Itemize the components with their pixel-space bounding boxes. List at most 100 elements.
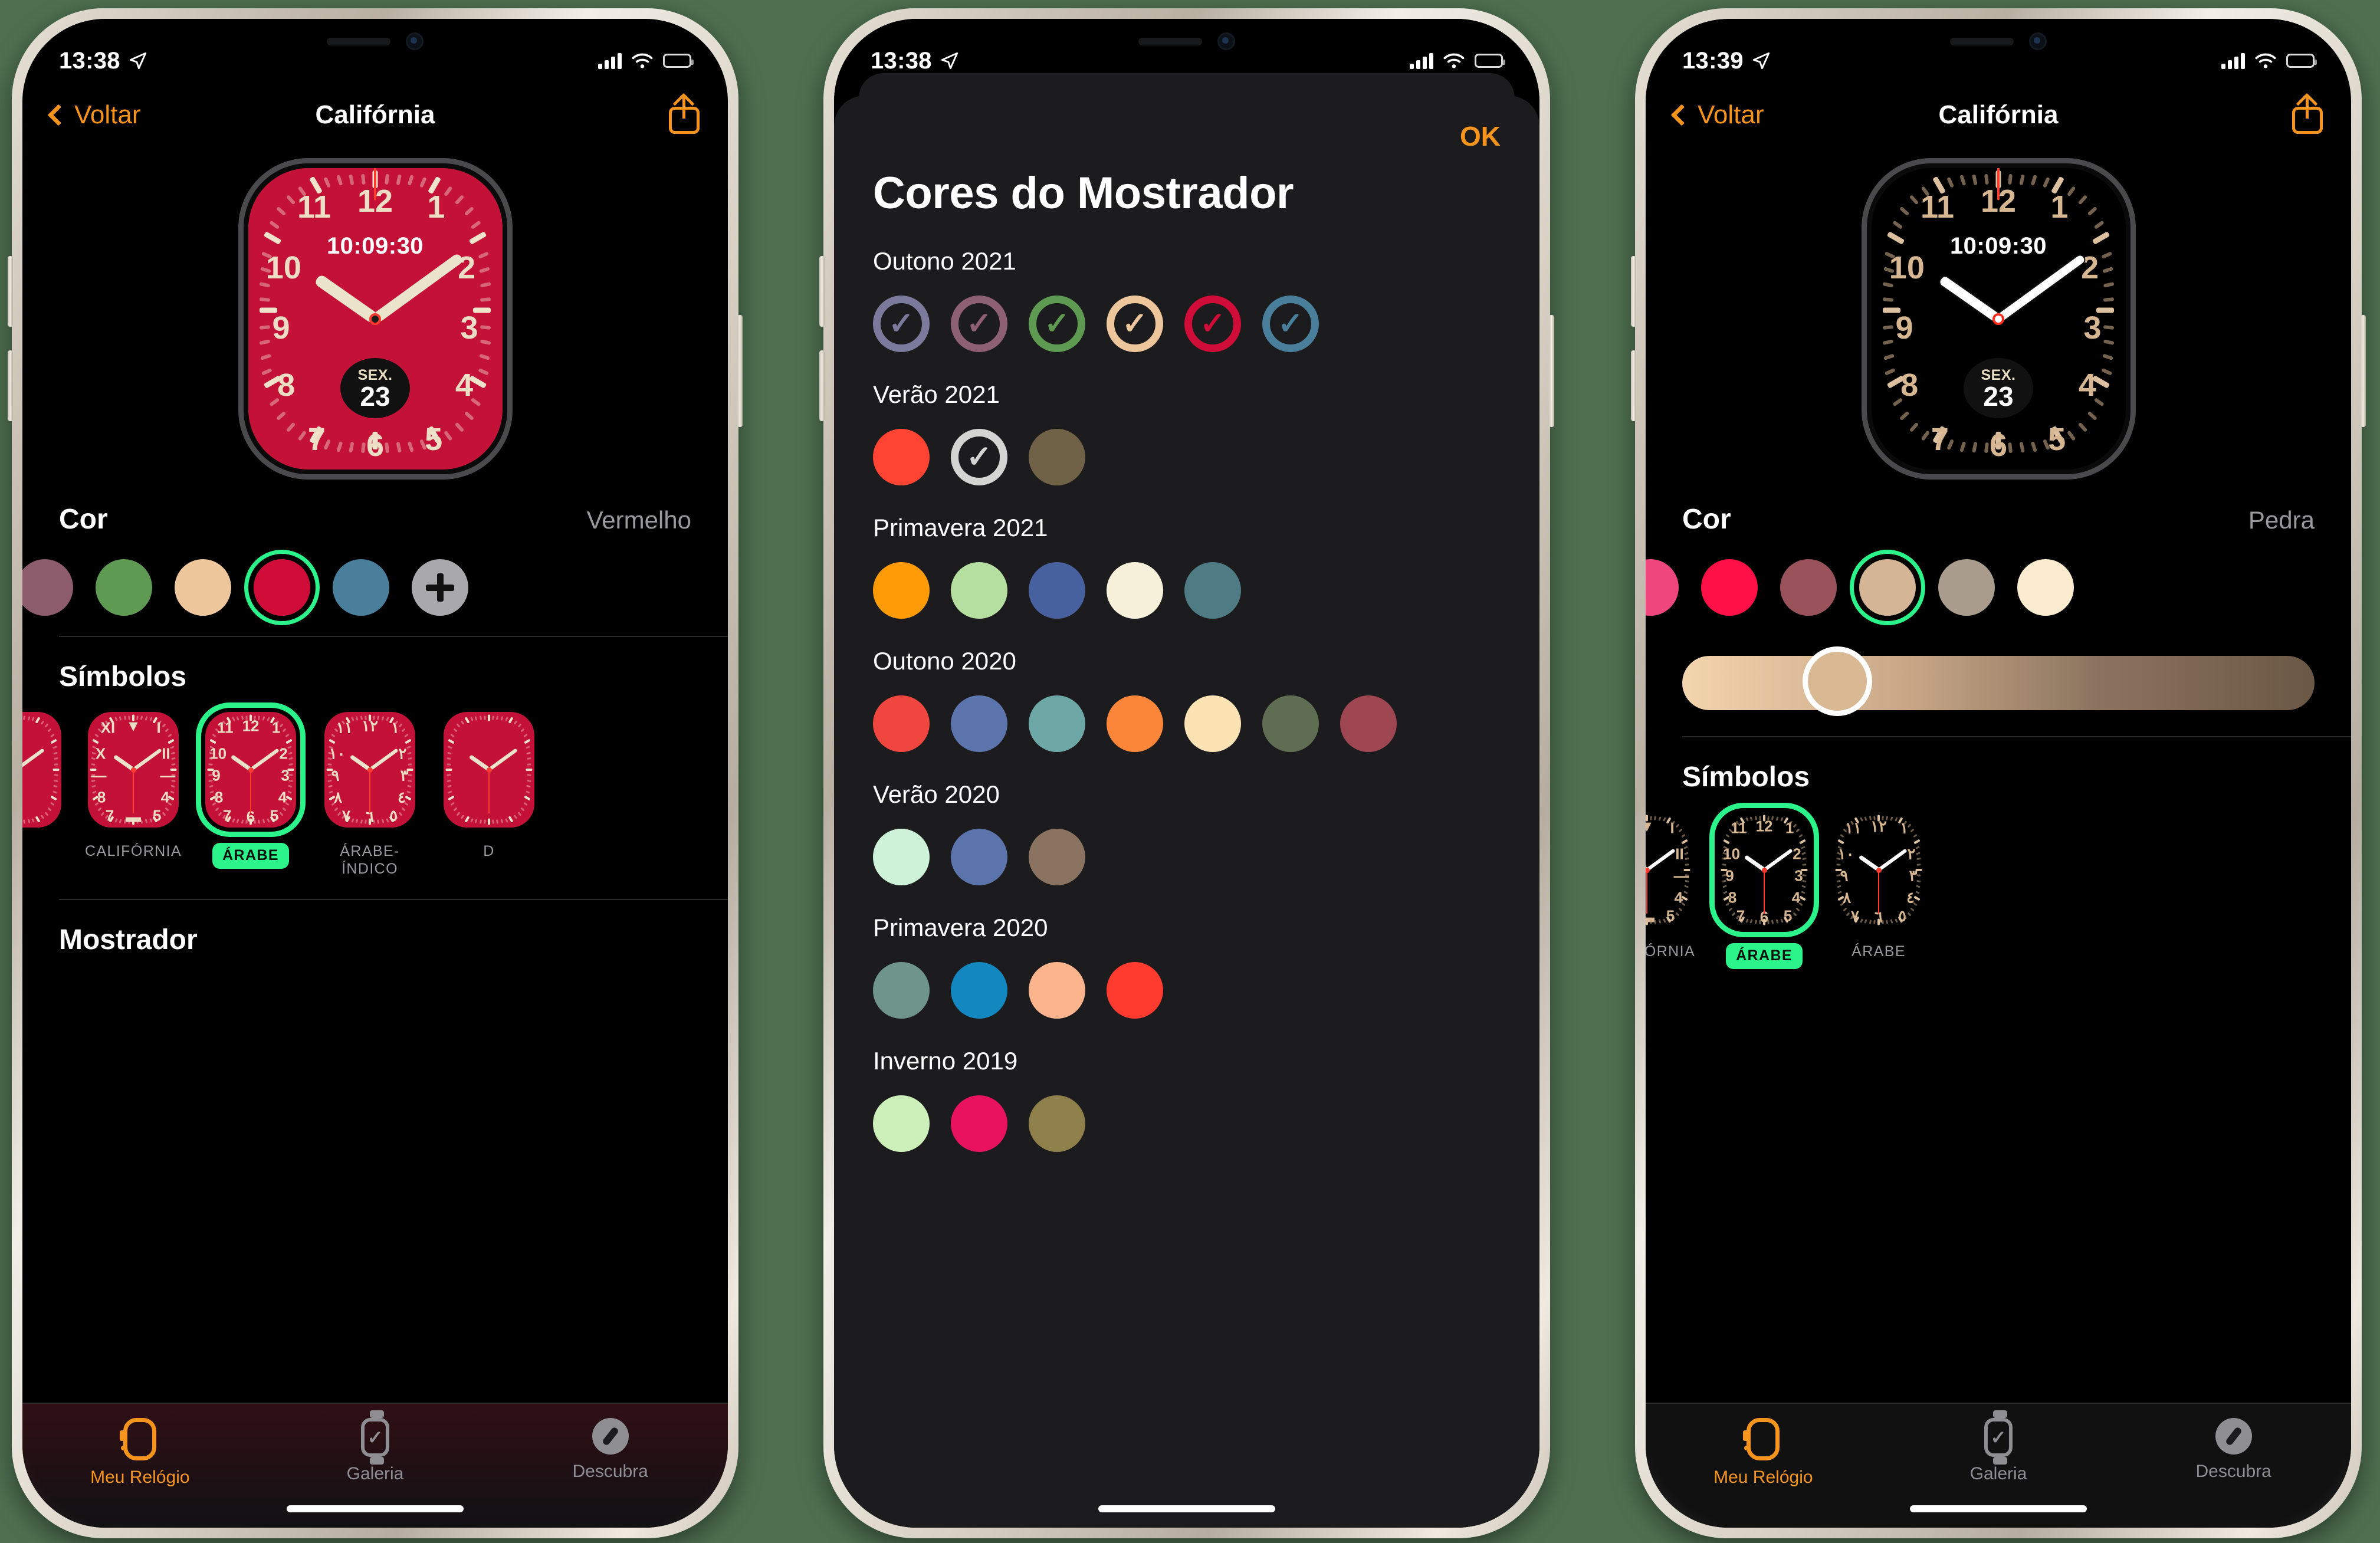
palette-swatch[interactable]	[1029, 429, 1085, 485]
symbol-row[interactable]: XI▼IXII——847▬5CALIFÓRNIA 111211029384765Á…	[1646, 793, 2351, 969]
symbol-row[interactable]: XI▼IXII——847▬5CALIFÓRNIA111211029384765Á…	[22, 693, 728, 878]
palette-list[interactable]: Outono 2021 ✓ ✓ ✓ ✓ ✓ ✓ Verão 2021 ✓ Primavera 20…	[834, 219, 1539, 1152]
palette-swatch[interactable]	[1029, 1095, 1085, 1152]
tab-galeria[interactable]: ✓ Galeria	[258, 1410, 493, 1484]
palette-swatch[interactable]	[873, 429, 930, 485]
phone3-power[interactable]	[2361, 315, 2366, 427]
color-swatch-green[interactable]	[96, 559, 152, 616]
phone2-power[interactable]	[1549, 315, 1554, 427]
shade-slider[interactable]	[1646, 636, 2351, 722]
palette-swatch[interactable]	[1107, 962, 1163, 1019]
palette-swatch[interactable]	[873, 962, 930, 1019]
palette-swatch[interactable]	[1029, 562, 1085, 619]
color-swatch-hot-pink[interactable]	[1701, 559, 1758, 616]
color-swatch-rosewood[interactable]	[1780, 559, 1837, 616]
thumb-tick	[407, 757, 412, 760]
minute-tick	[2030, 175, 2038, 186]
color-swatch-stone[interactable]	[1850, 550, 1925, 625]
symbol-item-indic[interactable]: ١١ ١٢ ١ ١٠ ٢ ٩ ٣ ٨ ٤ ٧ ٦ ٥ ÁRABE	[1833, 812, 1925, 961]
home-indicator[interactable]	[1098, 1505, 1275, 1512]
palette-row[interactable]: ✓	[873, 429, 1539, 485]
ok-button[interactable]: OK	[1460, 120, 1501, 152]
palette-swatch[interactable]: ✓	[1184, 296, 1241, 352]
palette-swatch[interactable]: ✓	[951, 296, 1007, 352]
palette-swatch[interactable]: ✓	[873, 296, 930, 352]
phone1-volume-down[interactable]	[8, 350, 13, 421]
color-swatch-blue[interactable]	[333, 559, 389, 616]
palette-swatch[interactable]: ✓	[1262, 296, 1319, 352]
palette-swatch[interactable]	[951, 695, 1007, 752]
tab-descubra[interactable]: Descubra	[2116, 1418, 2351, 1482]
palette-swatch[interactable]	[1340, 695, 1397, 752]
color-swatch-taupe[interactable]	[1938, 559, 1995, 616]
color-swatch-row[interactable]	[1646, 536, 2351, 636]
slider-track[interactable]	[1682, 656, 2315, 710]
slider-knob[interactable]	[1803, 646, 1873, 716]
tab-descubra[interactable]: Descubra	[493, 1418, 728, 1482]
palette-swatch[interactable]	[1029, 695, 1085, 752]
palette-swatch[interactable]	[1029, 962, 1085, 1019]
palette-swatch[interactable]	[951, 829, 1007, 885]
minute-tick	[1899, 411, 1910, 421]
palette-row[interactable]: ✓ ✓ ✓ ✓ ✓ ✓	[873, 296, 1539, 352]
color-swatch-cream[interactable]	[2017, 559, 2074, 616]
phone1-volume-up[interactable]	[8, 256, 13, 327]
tab-meu-relógio[interactable]: Meu Relógio	[22, 1418, 258, 1488]
phone2-volume-up[interactable]	[819, 256, 825, 327]
date-complication[interactable]: SEX. 23	[340, 357, 410, 418]
palette-row[interactable]	[873, 562, 1539, 619]
symbol-item-roman[interactable]: XI▼IXII——847▬5CALIFÓRNIA	[85, 712, 182, 861]
palette-row[interactable]	[873, 962, 1539, 1019]
watch-preview-3[interactable]: 10:09:30 11 12 1 10 2 9 3 8 4 7 6 5 SEX. 23	[1646, 147, 2351, 480]
thumb-tick	[334, 807, 339, 812]
symbol-item-roman[interactable]: XI▼IXII——847▬5CALIFÓRNIA	[1646, 812, 1695, 961]
palette-swatch[interactable]	[873, 829, 930, 885]
tab-meu-relógio[interactable]: Meu Relógio	[1646, 1418, 1881, 1488]
palette-swatch[interactable]	[951, 562, 1007, 619]
palette-swatch[interactable]	[873, 1095, 930, 1152]
color-swatch-row[interactable]	[22, 536, 728, 636]
phone2-volume-down[interactable]	[819, 350, 825, 421]
palette-swatch[interactable]	[1184, 695, 1241, 752]
back-button[interactable]: Voltar	[47, 100, 141, 130]
palette-swatch[interactable]	[951, 962, 1007, 1019]
palette-swatch[interactable]	[1262, 695, 1319, 752]
home-indicator[interactable]	[287, 1505, 464, 1512]
palette-swatch[interactable]: ✓	[1107, 296, 1163, 352]
symbol-item-indic[interactable]: ١١ ١٢ ١ ١٠ ٢ ٩ ٣ ٨ ٤ ٧ ٦ ٥ ÁRABE-ÍNDICO	[320, 712, 420, 878]
palette-swatch[interactable]: ✓	[1029, 296, 1085, 352]
phone3-volume-down[interactable]	[1631, 350, 1636, 421]
palette-swatch[interactable]	[873, 695, 930, 752]
symbol-item-arabic[interactable]: 11 12 1 10 2 9 3 8 4 7 6 5 ÁRABE	[1719, 812, 1810, 969]
color-swatch-sand[interactable]	[175, 559, 231, 616]
palette-row[interactable]	[873, 1095, 1539, 1152]
color-swatch-pink[interactable]	[1646, 559, 1679, 616]
palette-row[interactable]	[873, 829, 1539, 885]
thumb-tick	[50, 795, 58, 801]
share-icon[interactable]	[669, 93, 700, 134]
back-button[interactable]: Voltar	[1670, 100, 1764, 130]
date-complication[interactable]: SEX. 23	[1964, 357, 2033, 418]
symbol-item-partial2[interactable]: D	[444, 712, 535, 861]
palette-swatch[interactable]	[1107, 562, 1163, 619]
thumb-tick	[447, 784, 452, 788]
symbol-item-partial[interactable]	[22, 712, 61, 828]
palette-swatch[interactable]: ✓	[951, 429, 1007, 485]
tab-galeria[interactable]: ✓ Galeria	[1881, 1410, 2116, 1484]
thumb-tick	[52, 790, 58, 795]
palette-swatch[interactable]	[873, 562, 930, 619]
palette-swatch[interactable]	[1184, 562, 1241, 619]
palette-swatch[interactable]	[951, 1095, 1007, 1152]
phone1-power[interactable]	[737, 315, 743, 427]
color-swatch-mauve[interactable]	[22, 559, 73, 616]
palette-row[interactable]	[873, 695, 1539, 752]
share-icon[interactable]	[2292, 93, 2323, 134]
color-swatch-red[interactable]	[244, 550, 320, 625]
symbol-item-arabic[interactable]: 11 12 1 10 2 9 3 8 4 7 6 5 ÁRABE	[205, 712, 297, 869]
home-indicator[interactable]	[1910, 1505, 2087, 1512]
phone3-volume-up[interactable]	[1631, 256, 1636, 327]
watch-preview-1[interactable]: 10:09:30 11 12 1 10 2 9 3 8 4 7 6 5 SEX. 23	[22, 147, 728, 480]
color-swatch-add[interactable]	[412, 559, 468, 616]
palette-swatch[interactable]	[1107, 695, 1163, 752]
palette-swatch[interactable]	[1029, 829, 1085, 885]
